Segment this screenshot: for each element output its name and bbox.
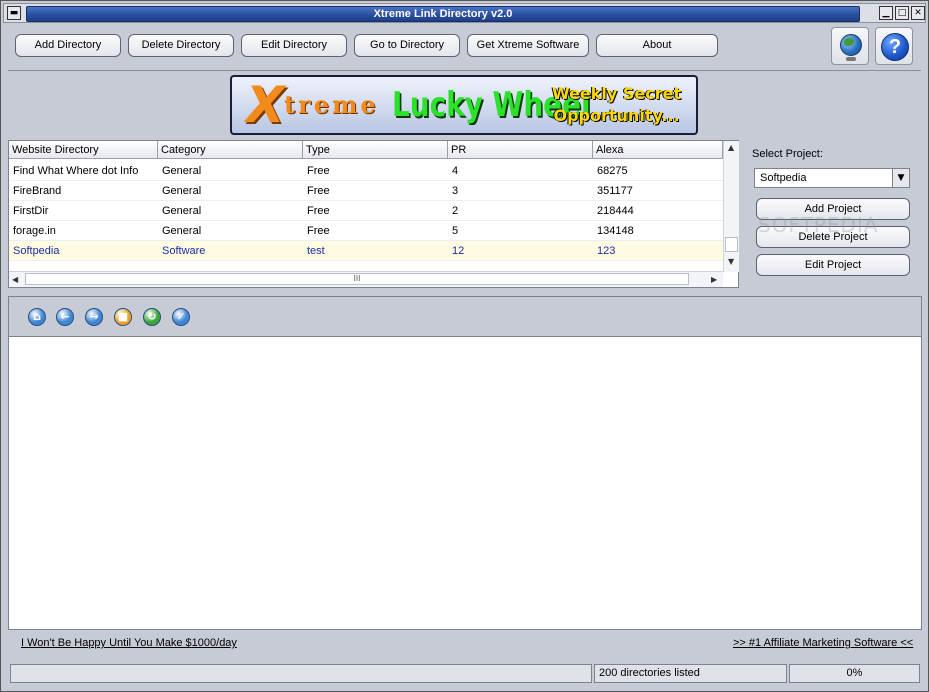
column-header-alexa[interactable]: Alexa: [593, 141, 723, 159]
table-row-selected[interactable]: Softpedia Software test 12 123: [9, 241, 723, 261]
cell-pr: 12: [452, 245, 465, 257]
cell-website: Softpedia: [13, 245, 60, 257]
scroll-up-arrow-icon[interactable]: ▲: [728, 143, 734, 152]
maximize-button[interactable]: □: [895, 6, 909, 20]
get-xtreme-software-button[interactable]: Get Xtreme Software: [467, 34, 589, 57]
browser-pane[interactable]: [8, 337, 922, 630]
table-row[interactable]: forage.in General Free 5 134148: [9, 221, 723, 241]
status-progress: 0%: [789, 664, 920, 683]
scroll-left-arrow-icon[interactable]: ◀: [12, 275, 18, 284]
cell-type: Free: [307, 165, 330, 177]
table-vertical-scrollbar[interactable]: ▲ ▼: [723, 141, 739, 272]
cell-category: Software: [162, 245, 206, 257]
check-icon[interactable]: ✓: [172, 308, 190, 326]
table-row[interactable]: FirstDir General Free 2 218444: [9, 201, 723, 221]
window-title: Xtreme Link Directory v2.0: [26, 6, 860, 22]
project-select-value: Softpedia: [760, 172, 807, 184]
make-money-link[interactable]: I Won't Be Happy Until You Make $1000/da…: [21, 637, 237, 649]
status-directory-count: 200 directories listed: [594, 664, 787, 683]
softpedia-watermark: SOFTPEDIA: [758, 213, 879, 237]
directory-table[interactable]: Website Directory Category Type PR Alexa…: [8, 140, 739, 288]
cell-pr: 2: [452, 205, 459, 217]
status-bar: 200 directories listed 0%: [8, 661, 922, 685]
column-header-category[interactable]: Category: [158, 141, 303, 159]
status-panel-main: [10, 664, 592, 683]
cell-alexa: 68275: [597, 165, 628, 177]
links-bar: I Won't Be Happy Until You Make $1000/da…: [8, 630, 922, 658]
cell-website: Find What Where dot Info: [13, 165, 139, 177]
forward-icon[interactable]: →: [85, 308, 103, 326]
cell-category: General: [162, 165, 202, 177]
cell-pr: 4: [452, 165, 459, 177]
horizontal-scroll-thumb[interactable]: III: [25, 273, 689, 285]
banner-weekly-text: Weekly Secret Opportunity...: [552, 83, 681, 127]
scroll-right-arrow-icon[interactable]: ▶: [711, 275, 717, 284]
title-bar[interactable]: ▬ Xtreme Link Directory v2.0 ▁ □ ✕: [3, 3, 926, 23]
cell-alexa: 351177: [597, 185, 633, 197]
back-icon[interactable]: ←: [56, 308, 74, 326]
select-project-label: Select Project:: [752, 148, 823, 160]
globe-stand-shape: [846, 57, 856, 61]
about-button[interactable]: About: [596, 34, 718, 57]
system-menu-icon[interactable]: ▬: [7, 6, 21, 20]
table-row[interactable]: FireBrand General Free 3 351177: [9, 181, 723, 201]
cell-pr: 3: [452, 185, 459, 197]
cell-type: Free: [307, 185, 330, 197]
column-header-website-directory[interactable]: Website Directory: [9, 141, 158, 159]
cell-type: Free: [307, 225, 330, 237]
table-header: Website Directory Category Type PR Alexa: [9, 141, 723, 159]
go-to-directory-button[interactable]: Go to Directory: [354, 34, 460, 57]
cell-website: FirstDir: [13, 205, 49, 217]
globe-button[interactable]: [831, 27, 869, 65]
column-header-type[interactable]: Type: [303, 141, 448, 159]
cell-type: test: [307, 245, 325, 257]
cell-alexa: 218444: [597, 205, 634, 217]
cell-category: General: [162, 205, 202, 217]
cell-pr: 5: [452, 225, 459, 237]
table-row[interactable]: Find What Where dot Info General Free 4 …: [9, 161, 723, 181]
vertical-scroll-thumb[interactable]: [725, 237, 738, 252]
project-select[interactable]: Softpedia ▼: [754, 168, 910, 188]
help-button[interactable]: ?: [875, 27, 913, 65]
affiliate-software-link[interactable]: >> #1 Affiliate Marketing Software <<: [733, 637, 913, 649]
minimize-button[interactable]: ▁: [879, 6, 893, 20]
cell-category: General: [162, 185, 202, 197]
cell-website: FireBrand: [13, 185, 62, 197]
cell-alexa: 134148: [597, 225, 634, 237]
cell-website: forage.in: [13, 225, 56, 237]
app-window: ▬ Xtreme Link Directory v2.0 ▁ □ ✕ Add D…: [0, 0, 929, 692]
scroll-down-arrow-icon[interactable]: ▼: [728, 257, 734, 266]
main-toolbar: Add Directory Delete Directory Edit Dire…: [3, 25, 926, 69]
banner-x-letter: X: [246, 76, 285, 134]
stop-icon[interactable]: ■: [114, 308, 132, 326]
add-directory-button[interactable]: Add Directory: [15, 34, 121, 57]
browser-toolbar: ⌂ ← → ■ ↻ ✓: [8, 296, 922, 337]
table-horizontal-scrollbar[interactable]: ◀ III ▶: [9, 271, 723, 287]
help-icon: ?: [881, 33, 909, 61]
home-icon[interactable]: ⌂: [28, 308, 46, 326]
column-header-pr[interactable]: PR: [448, 141, 593, 159]
banner-treme-text: treme: [284, 90, 379, 119]
cell-alexa: 123: [597, 245, 616, 257]
banner-area: X treme Lucky Wheel Weekly Secret Opport…: [8, 70, 921, 139]
banner-weekly-line1: Weekly Secret: [552, 84, 682, 103]
banner-weekly-line2: Opportunity...: [553, 106, 680, 125]
close-button[interactable]: ✕: [911, 6, 925, 20]
edit-project-button[interactable]: Edit Project: [756, 254, 910, 276]
delete-directory-button[interactable]: Delete Directory: [128, 34, 234, 57]
refresh-icon[interactable]: ↻: [143, 308, 161, 326]
chevron-down-icon[interactable]: ▼: [892, 169, 909, 187]
cell-category: General: [162, 225, 202, 237]
cell-type: Free: [307, 205, 330, 217]
edit-directory-button[interactable]: Edit Directory: [241, 34, 347, 57]
lucky-wheel-banner[interactable]: X treme Lucky Wheel Weekly Secret Opport…: [230, 75, 698, 135]
